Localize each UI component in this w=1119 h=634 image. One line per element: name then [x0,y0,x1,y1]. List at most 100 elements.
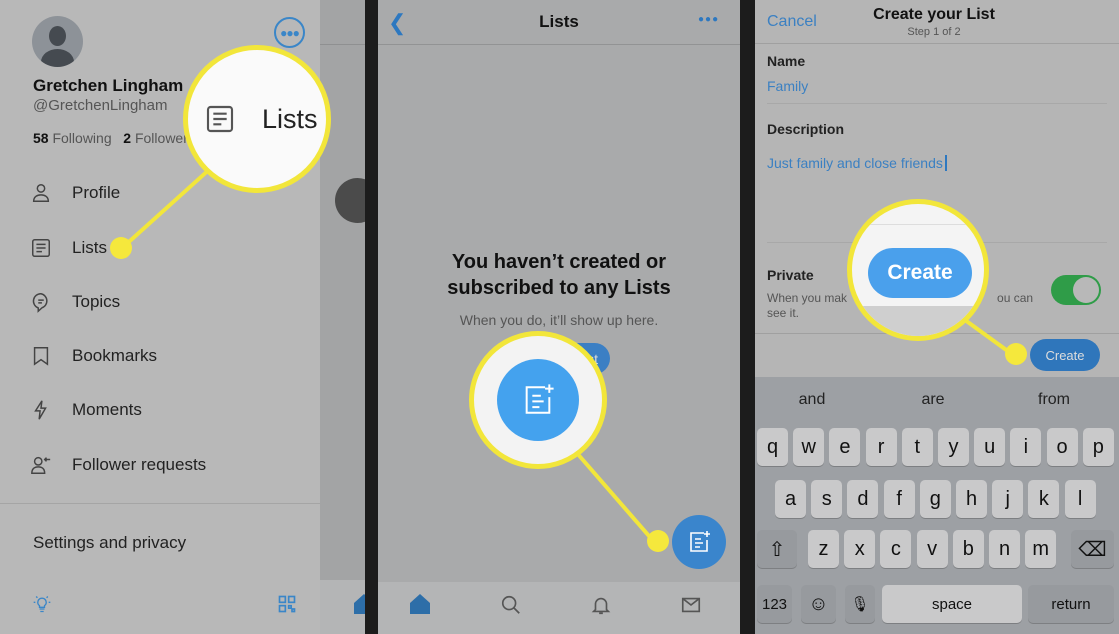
bell-icon[interactable] [590,594,612,616]
key-t[interactable]: t [901,428,933,466]
follow-stats: 58 Following 2 Followers [33,130,195,146]
search-icon[interactable] [500,594,522,616]
key-j[interactable]: j [992,480,1024,518]
new-list-fab[interactable] [672,515,726,569]
key-w[interactable]: w [793,428,825,466]
key-x[interactable]: x [844,530,876,568]
key-d[interactable]: d [847,480,879,518]
microphone-icon[interactable]: 🎙 [845,585,875,623]
name-label: Name [767,53,806,69]
desc-right: ou can [997,291,1034,305]
numbers-key[interactable]: 123 [757,585,792,623]
key-r[interactable]: r [865,428,897,466]
more-options-icon[interactable]: ●●● [698,14,719,25]
cancel-button[interactable]: Cancel [767,13,817,31]
key-v[interactable]: v [916,530,948,568]
step-indicator: Step 1 of 2 [907,26,961,38]
key-b[interactable]: b [952,530,984,568]
menu-item-follower-requests[interactable]: Follower requests [30,454,206,476]
bottom-tab-bar [378,582,740,634]
desc-left: When you mak [767,291,848,305]
follower-request-icon [31,456,51,474]
magnifier-create: Create [847,199,989,341]
desc-line2: see it. [767,306,800,320]
backspace-icon[interactable]: ⌫ [1071,530,1114,568]
key-i[interactable]: i [1010,428,1042,466]
lightning-icon [34,400,47,420]
following-label[interactable]: Following [52,130,111,146]
key-u[interactable]: u [974,428,1006,466]
key-m[interactable]: m [1025,530,1057,568]
callout-dot [1005,343,1027,365]
key-o[interactable]: o [1046,428,1078,466]
menu-item-moments[interactable]: Moments [30,399,142,421]
profile-handle: @GretchenLingham [33,97,168,114]
key-k[interactable]: k [1028,480,1060,518]
menu-item-lists[interactable]: Lists [30,237,107,259]
home-icon[interactable] [410,594,430,614]
list-icon [206,105,234,133]
menu-item-bookmarks[interactable]: Bookmarks [30,345,157,367]
callout-dot [647,530,669,552]
description-text: Just family and close friends [767,155,943,171]
key-e[interactable]: e [829,428,861,466]
settings-and-privacy[interactable]: Settings and privacy [33,533,186,553]
mail-icon[interactable] [680,594,702,616]
name-field[interactable]: Family [767,78,808,94]
key-y[interactable]: y [938,428,969,466]
qr-code-icon[interactable] [277,594,297,614]
new-list-icon [690,531,710,552]
lists-screen: ❮ Lists ●●● You haven’t created or subsc… [378,0,740,634]
more-options-icon[interactable]: ●●● [274,17,305,48]
new-list-fab-zoomed [497,359,579,441]
private-toggle[interactable] [1051,275,1101,305]
avatar[interactable] [32,16,83,67]
followers-count: 2 [123,130,132,146]
key-q[interactable]: q [757,428,788,466]
menu-label: Bookmarks [72,346,158,365]
suggestion[interactable]: are [873,382,993,418]
menu-label: Moments [72,400,142,419]
key-z[interactable]: z [808,530,839,568]
menu-label: Follower requests [72,455,207,474]
key-a[interactable]: a [775,480,806,518]
key-s[interactable]: s [811,480,843,518]
key-h[interactable]: h [956,480,987,518]
following-count: 58 [33,130,49,146]
key-n[interactable]: n [989,530,1020,568]
menu-label: Profile [72,183,121,202]
key-p[interactable]: p [1082,428,1114,466]
menu-item-profile[interactable]: Profile [30,182,120,204]
page-title: Lists [539,12,579,31]
menu-label: Lists [72,238,107,257]
shift-icon[interactable]: ⇧ [757,530,797,568]
suggestion[interactable]: and [752,382,872,418]
description-field[interactable]: Just family and close friends [767,155,947,171]
key-l[interactable]: l [1064,480,1096,518]
magnifier-lists: Lists [183,45,331,193]
tweet-avatar [335,178,365,223]
magnifier-fab [469,331,607,469]
return-key[interactable]: return [1028,585,1114,623]
topic-icon [32,293,48,313]
suggestion[interactable]: from [994,382,1114,418]
emoji-icon[interactable]: ☺ [801,585,836,623]
key-c[interactable]: c [880,530,912,568]
space-key[interactable]: space [882,585,1022,623]
menu-item-topics[interactable]: Topics [30,291,120,313]
list-icon [32,239,50,257]
private-label: Private [767,267,814,283]
key-g[interactable]: g [919,480,951,518]
empty-state-title: You haven’t created or subscribed to any… [447,251,671,299]
page-title: Create your List [873,6,995,23]
create-button[interactable]: Create [1030,339,1100,371]
new-list-icon [525,384,554,414]
magnifier-label: Lists [262,103,318,134]
callout-dot [110,237,132,259]
bookmark-icon [33,347,49,366]
profile-name: Gretchen Lingham [33,76,184,95]
key-f[interactable]: f [883,480,915,518]
toggle-knob [1073,277,1099,303]
person-icon [32,184,50,202]
lightbulb-icon[interactable] [32,594,52,614]
